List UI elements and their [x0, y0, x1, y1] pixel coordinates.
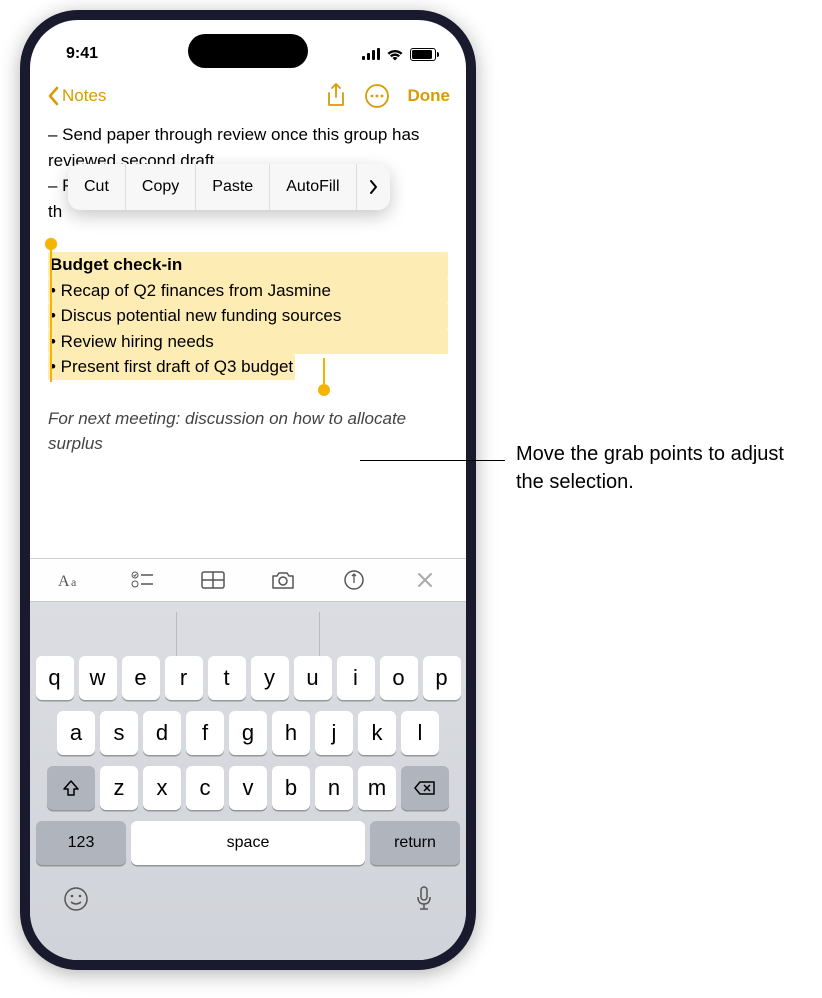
share-icon[interactable]: [326, 83, 346, 109]
format-text-button[interactable]: Aa: [36, 570, 107, 590]
annotation-leader-line: [360, 460, 505, 461]
key-y[interactable]: y: [251, 656, 289, 700]
key-return[interactable]: return: [370, 821, 460, 865]
table-icon: [201, 571, 225, 589]
selection-title: Budget check-in: [48, 252, 448, 278]
dictation-icon[interactable]: [414, 885, 434, 913]
nav-bar: Notes Done: [30, 74, 466, 118]
svg-text:A: A: [58, 573, 70, 590]
key-row-1: q w e r t y u i o p: [34, 656, 462, 700]
more-icon[interactable]: [364, 83, 390, 109]
key-k[interactable]: k: [358, 711, 396, 755]
prediction-slot[interactable]: [320, 612, 462, 656]
note-italic-line: For next meeting: discussion on how to a…: [48, 406, 448, 457]
checklist-icon: [131, 571, 153, 589]
key-row-3: z x c v b n m: [34, 766, 462, 810]
selection-bullet: • Present first draft of Q3 budget: [48, 354, 295, 380]
dynamic-island: [188, 34, 308, 68]
key-b[interactable]: b: [272, 766, 310, 810]
key-row-4: 123 space return: [34, 821, 462, 865]
menu-copy[interactable]: Copy: [126, 164, 196, 210]
key-r[interactable]: r: [165, 656, 203, 700]
format-checklist-button[interactable]: [107, 571, 178, 589]
menu-autofill[interactable]: AutoFill: [270, 164, 356, 210]
key-e[interactable]: e: [122, 656, 160, 700]
key-w[interactable]: w: [79, 656, 117, 700]
selection-bullet: • Recap of Q2 finances from Jasmine: [48, 278, 448, 304]
svg-text:a: a: [71, 575, 77, 589]
key-p[interactable]: p: [423, 656, 461, 700]
key-u[interactable]: u: [294, 656, 332, 700]
key-j[interactable]: j: [315, 711, 353, 755]
key-m[interactable]: m: [358, 766, 396, 810]
selection-bullet: • Discus potential new funding sources: [48, 303, 448, 329]
menu-cut[interactable]: Cut: [68, 164, 126, 210]
keyboard: q w e r t y u i o p a s d f g h j k l: [30, 602, 466, 960]
note-editor[interactable]: – Send paper through review once this gr…: [30, 118, 466, 457]
key-q[interactable]: q: [36, 656, 74, 700]
format-toolbar: Aa: [30, 558, 466, 602]
done-button[interactable]: Done: [408, 86, 451, 106]
key-f[interactable]: f: [186, 711, 224, 755]
close-icon: [417, 572, 433, 588]
menu-more[interactable]: [357, 168, 390, 206]
selection-bullet: • Review hiring needs: [48, 329, 448, 355]
format-table-button[interactable]: [177, 571, 248, 589]
key-l[interactable]: l: [401, 711, 439, 755]
selection-handle-start[interactable]: [45, 238, 57, 250]
key-o[interactable]: o: [380, 656, 418, 700]
key-row-2: a s d f g h j k l: [34, 711, 462, 755]
key-d[interactable]: d: [143, 711, 181, 755]
shift-icon: [62, 779, 80, 797]
text-context-menu: Cut Copy Paste AutoFill: [68, 164, 390, 210]
format-close-button[interactable]: [389, 572, 460, 588]
prediction-bar: [34, 612, 462, 656]
emoji-icon[interactable]: [62, 885, 90, 913]
chevron-left-icon: [46, 86, 60, 106]
key-g[interactable]: g: [229, 711, 267, 755]
key-123[interactable]: 123: [36, 821, 126, 865]
format-markup-button[interactable]: [319, 569, 390, 591]
status-time: 9:41: [66, 45, 98, 63]
wifi-icon: [386, 48, 404, 61]
text-selection[interactable]: Budget check-in • Recap of Q2 finances f…: [48, 252, 448, 380]
key-v[interactable]: v: [229, 766, 267, 810]
key-backspace[interactable]: [401, 766, 449, 810]
back-button[interactable]: Notes: [46, 86, 106, 106]
key-s[interactable]: s: [100, 711, 138, 755]
selection-handle-end[interactable]: [318, 384, 330, 396]
key-z[interactable]: z: [100, 766, 138, 810]
menu-paste[interactable]: Paste: [196, 164, 270, 210]
format-camera-button[interactable]: [248, 570, 319, 590]
key-x[interactable]: x: [143, 766, 181, 810]
back-label: Notes: [62, 86, 106, 106]
key-space[interactable]: space: [131, 821, 365, 865]
key-c[interactable]: c: [186, 766, 224, 810]
key-shift[interactable]: [47, 766, 95, 810]
phone-frame: 9:41 Notes Done – Send paper t: [20, 10, 476, 970]
backspace-icon: [414, 780, 436, 796]
chevron-right-icon: [369, 179, 378, 195]
key-h[interactable]: h: [272, 711, 310, 755]
key-t[interactable]: t: [208, 656, 246, 700]
text-format-icon: Aa: [58, 570, 84, 590]
prediction-slot[interactable]: [177, 612, 320, 656]
prediction-slot[interactable]: [34, 612, 177, 656]
cellular-signal-icon: [362, 48, 380, 60]
key-i[interactable]: i: [337, 656, 375, 700]
battery-icon: [410, 48, 436, 61]
key-a[interactable]: a: [57, 711, 95, 755]
phone-screen: 9:41 Notes Done – Send paper t: [30, 20, 466, 960]
camera-icon: [270, 570, 296, 590]
annotation-text: Move the grab points to adjust the selec…: [516, 440, 806, 496]
markup-icon: [343, 569, 365, 591]
key-n[interactable]: n: [315, 766, 353, 810]
